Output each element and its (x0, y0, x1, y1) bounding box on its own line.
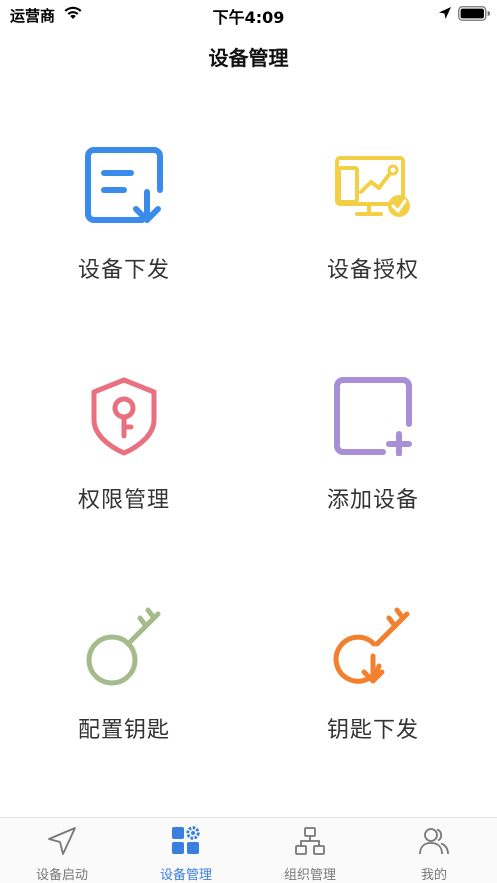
tab-org-manage-label: 组织管理 (283, 868, 336, 883)
org-chart-icon (295, 827, 325, 855)
tab-device-start[interactable]: 设备启动 (0, 818, 124, 883)
grid-gear-icon (172, 826, 200, 854)
device-dispatch-label: 设备下发 (77, 258, 170, 283)
device-authorize-tile[interactable]: 设备授权 (249, 100, 497, 330)
status-bar: 运营商 下午4:09 (0, 0, 497, 30)
add-device-tile[interactable]: 添加设备 (249, 330, 497, 560)
add-device-icon (334, 377, 412, 456)
permission-manage-tile[interactable]: 权限管理 (0, 330, 248, 560)
function-grid: 设备下发 设备授权 权限管理 添加设备 配置钥匙 钥匙下发 (0, 100, 497, 800)
key-dispatch-tile[interactable]: 钥匙下发 (249, 560, 497, 790)
tab-org-manage[interactable]: 组织管理 (248, 818, 372, 883)
users-icon (419, 828, 449, 855)
add-device-label: 添加设备 (326, 488, 419, 513)
page-title: 设备管理 (208, 46, 289, 70)
key-dispatch-icon (333, 607, 410, 684)
tab-device-manage[interactable]: 设备管理 (124, 818, 248, 883)
tab-mine[interactable]: 我的 (372, 818, 496, 883)
navigation-arrow-icon (48, 827, 76, 855)
location-arrow-icon (439, 7, 451, 19)
permission-manage-label: 权限管理 (77, 488, 170, 513)
app-screen: 运营商 下午4:09 设备管理 设备下发 设备授权 权限管理 添加设备 配置钥匙… (0, 0, 497, 883)
tab-mine-label: 我的 (420, 868, 447, 883)
tab-device-start-label: 设备启动 (35, 868, 88, 883)
device-authorize-label: 设备授权 (326, 258, 419, 283)
device-authorize-icon (335, 156, 410, 217)
permission-shield-key-icon (91, 377, 157, 456)
configure-key-label: 配置钥匙 (77, 718, 170, 743)
tab-bar: 设备启动 设备管理 组织管理 我的 (0, 817, 497, 883)
configure-key-icon (86, 607, 161, 686)
key-dispatch-label: 钥匙下发 (326, 718, 419, 743)
battery-icon (458, 6, 490, 21)
device-dispatch-icon (85, 147, 163, 223)
device-dispatch-tile[interactable]: 设备下发 (0, 100, 248, 330)
tab-device-manage-label: 设备管理 (159, 868, 212, 883)
status-time: 下午4:09 (212, 8, 285, 27)
configure-key-tile[interactable]: 配置钥匙 (0, 560, 248, 790)
